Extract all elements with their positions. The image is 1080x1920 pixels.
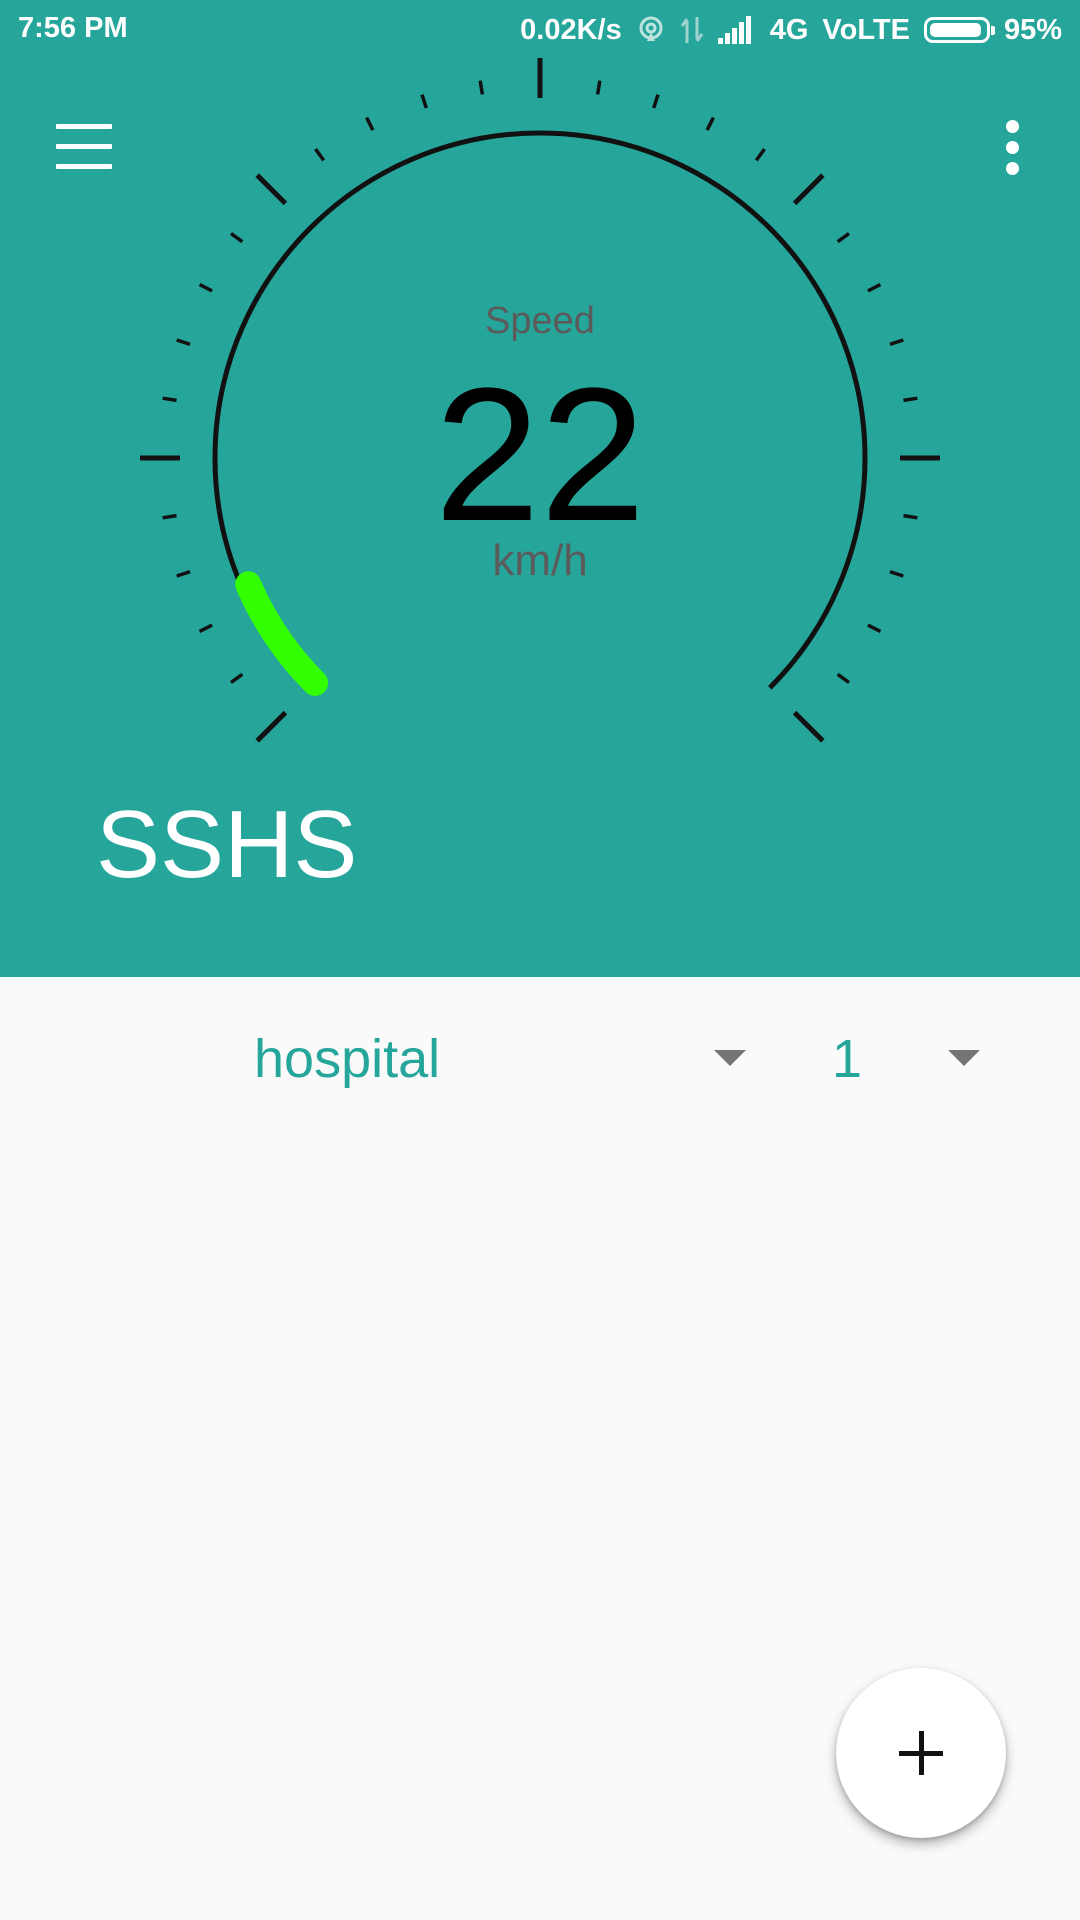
app-root: 7:56 PM 0.02K/s 4G VoLTE 95% Speed 22 km…: [0, 0, 1080, 1920]
gauge-minor-tick: [836, 232, 851, 244]
gauge-minor-tick: [420, 94, 428, 109]
gauge-minor-tick: [889, 338, 904, 346]
header: 7:56 PM 0.02K/s 4G VoLTE 95% Speed 22 km…: [0, 0, 1080, 977]
gauge-minor-tick: [903, 513, 918, 520]
dropdown-arrow-icon: [714, 1050, 746, 1066]
gauge-minor-tick: [198, 623, 213, 633]
gauge-minor-tick: [176, 338, 191, 346]
gauge-minor-tick: [365, 116, 375, 131]
gauge-minor-tick: [867, 623, 882, 633]
gauge-minor-tick: [705, 116, 715, 131]
place-dropdown[interactable]: hospital: [250, 1010, 760, 1110]
gauge-minor-tick: [229, 672, 244, 684]
gauge-minor-tick: [754, 147, 766, 162]
gauge-minor-tick: [903, 396, 918, 403]
gauge-major-tick: [255, 710, 288, 743]
gauge-minor-tick: [867, 283, 882, 293]
gauge-major-tick: [792, 173, 825, 206]
gauge-minor-tick: [162, 513, 177, 520]
place-selected-value: hospital: [254, 1029, 441, 1089]
app-name: SSHS: [96, 791, 358, 898]
gauge-minor-tick: [836, 672, 851, 684]
speed-progress-arc: [235, 571, 329, 696]
gauge-minor-tick: [229, 232, 244, 244]
gauge-minor-tick: [162, 396, 177, 403]
count-selected-value: 1: [832, 1029, 863, 1089]
gauge-major-tick: [255, 173, 288, 206]
gauge-minor-tick: [652, 94, 660, 109]
count-dropdown[interactable]: 1: [820, 1010, 1000, 1110]
gauge-major-tick: [792, 710, 825, 743]
add-button[interactable]: [836, 1668, 1006, 1838]
gauge-minor-tick: [176, 570, 191, 578]
gauge-title: Speed: [485, 300, 595, 342]
speed-value: 22: [434, 349, 646, 561]
selector-row: hospital 1: [0, 1010, 1080, 1110]
gauge-minor-tick: [478, 80, 485, 95]
gauge-minor-tick: [198, 283, 213, 293]
gauge-minor-tick: [314, 147, 326, 162]
dropdown-arrow-icon: [948, 1050, 980, 1066]
gauge-minor-tick: [595, 80, 602, 95]
speed-unit: km/h: [492, 536, 588, 585]
gauge-minor-tick: [889, 570, 904, 578]
